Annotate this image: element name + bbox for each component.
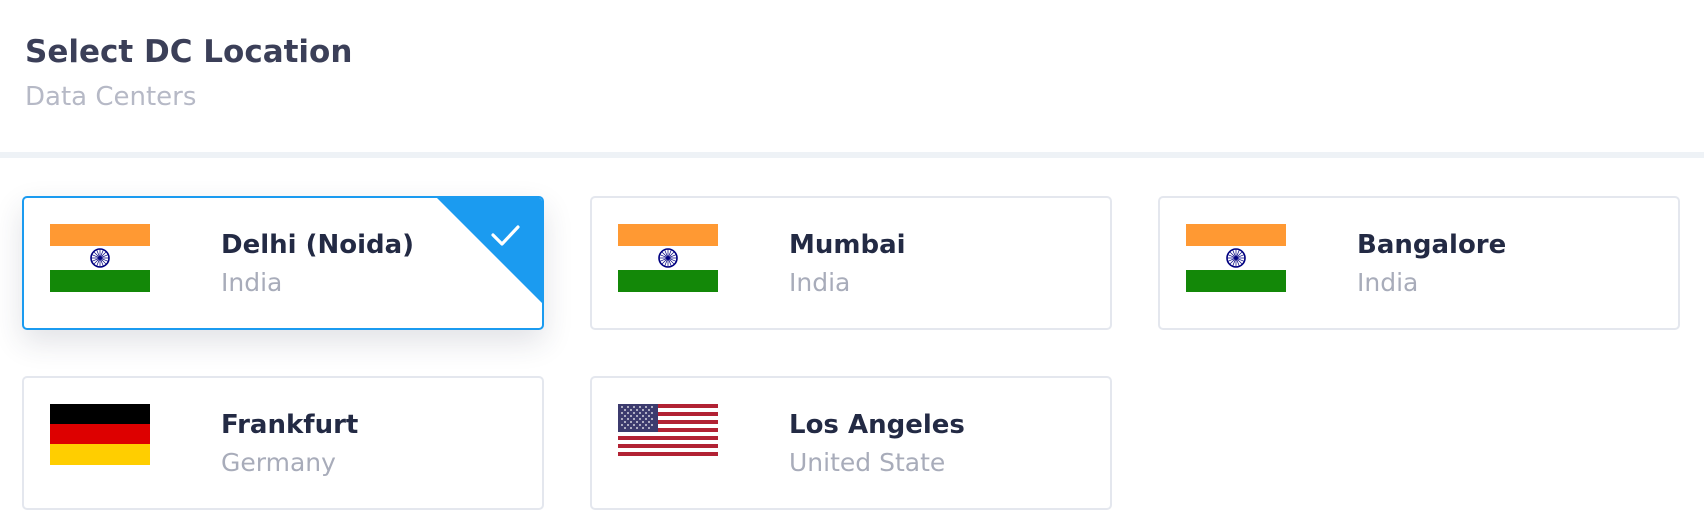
india-flag-icon [50,224,150,292]
selected-check-icon [437,198,542,303]
location-card-bangalore[interactable]: Bangalore India [1158,196,1680,330]
location-country: India [1357,268,1419,297]
location-card-los-angeles[interactable]: Los Angeles United State [590,376,1112,510]
page-title: Select DC Location [25,34,353,70]
location-city: Los Angeles [789,410,965,440]
location-card-frankfurt[interactable]: Frankfurt Germany [22,376,544,510]
location-city: Frankfurt [221,410,359,440]
location-city: Delhi (Noida) [221,230,415,260]
page-subtitle: Data Centers [25,82,197,112]
india-flag-icon [1186,224,1286,292]
location-country: United State [789,448,946,477]
location-city: Bangalore [1357,230,1507,260]
usa-flag-icon [618,404,718,456]
page-header: Select DC Location Data Centers [0,0,1704,158]
location-city: Mumbai [789,230,906,260]
india-flag-icon [618,224,718,292]
location-card-mumbai[interactable]: Mumbai India [590,196,1112,330]
location-country: India [221,268,283,297]
location-country: Germany [221,448,336,477]
location-card-delhi[interactable]: Delhi (Noida) India [22,196,544,330]
germany-flag-icon [50,404,150,465]
location-country: India [789,268,851,297]
